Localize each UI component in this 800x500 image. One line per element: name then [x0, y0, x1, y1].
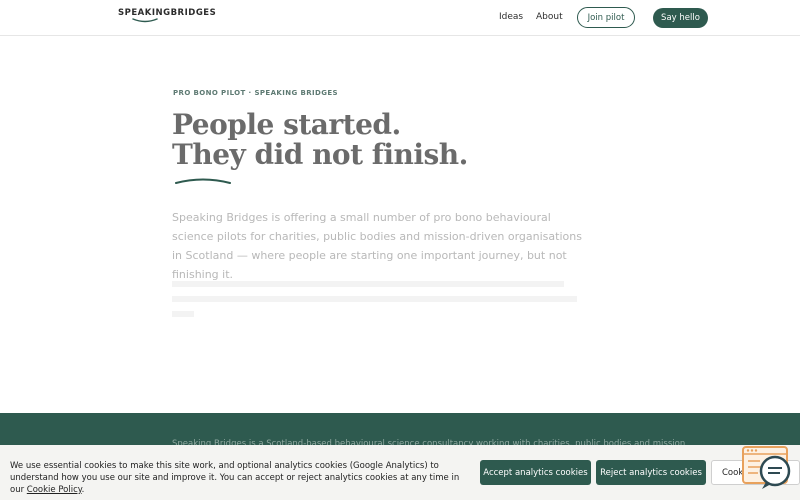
accept-analytics-button[interactable]: Accept analytics cookies: [480, 460, 591, 485]
hero-faded-text: [172, 281, 582, 317]
hero-eyebrow: PRO BONO PILOT · SPEAKING BRIDGES: [173, 89, 338, 97]
cookie-policy-link[interactable]: Cookie Policy: [27, 485, 82, 495]
site-header: SPEAKINGBRIDGES Ideas About Join pilot S…: [0, 0, 800, 36]
headline-underline-icon: [175, 178, 231, 184]
nav-about-link[interactable]: About: [536, 12, 563, 22]
cookie-message: We use essential cookies to make this si…: [10, 460, 470, 496]
hero-headline: People started. They did not finish.: [172, 110, 468, 170]
say-hello-button[interactable]: Say hello: [653, 8, 708, 28]
cookie-message-end: .: [81, 485, 85, 495]
site-logo[interactable]: SPEAKINGBRIDGES: [118, 8, 216, 28]
hero-lead-paragraph: Speaking Bridges is offering a small num…: [172, 211, 582, 281]
headline-line-1: People started.: [172, 108, 401, 141]
join-pilot-button[interactable]: Join pilot: [577, 7, 635, 28]
logo-arc-icon: [132, 18, 158, 23]
reject-analytics-button[interactable]: Reject analytics cookies: [596, 460, 706, 485]
cookie-banner: We use essential cookies to make this si…: [0, 445, 800, 500]
chat-support-icon[interactable]: [740, 445, 792, 491]
headline-line-2: They did not finish.: [172, 138, 468, 171]
nav-ideas-link[interactable]: Ideas: [499, 12, 523, 22]
